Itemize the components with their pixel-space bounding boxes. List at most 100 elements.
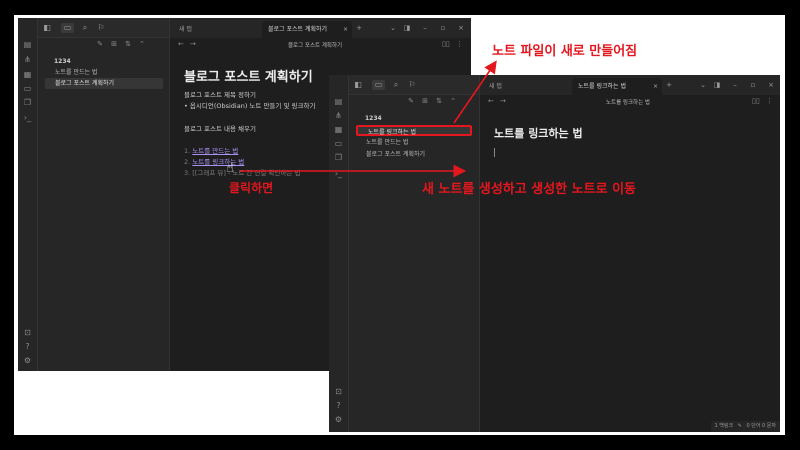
note-text-line: 블로그 포스트 내용 채우기 <box>184 125 256 133</box>
tab-label: 블로그 포스트 계획하기 <box>268 26 328 33</box>
terminal-icon[interactable]: ›_ <box>334 169 344 179</box>
tab-label: 노트를 링크하는 법 <box>578 83 626 90</box>
note-header-title: 블로그 포스트 계획하기 <box>288 43 343 49</box>
note-text-line: 블로그 포스트 제목 정하기 <box>184 91 256 99</box>
help-icon[interactable]: ? <box>23 342 33 352</box>
templates-icon[interactable]: ❐ <box>23 98 33 108</box>
list-number: 2. <box>184 158 191 166</box>
editor-pane: 새 탭 노트를 링크하는 법 × + ⌄ ◨ – ▫ × ← → 노트를 링크하… <box>480 75 780 432</box>
new-folder-icon[interactable]: ⊞ <box>110 40 118 49</box>
file-explorer: ◧ ▭ ⌕ ⚐ ✎ ⊞ ⇅ ⌃ 1234 노트를 링크하는 법 노트를 만드는 … <box>349 75 480 432</box>
search-icon[interactable]: ⌕ <box>80 23 90 33</box>
tab-bar: 새 탭 블로그 포스트 계획하기 × + ⌄ ◨ – ▫ × <box>170 18 471 38</box>
file-item-create-note[interactable]: 노트를 만드는 법 <box>45 67 163 78</box>
close-icon[interactable]: × <box>343 21 348 38</box>
note-header-title: 노트를 링크하는 법 <box>606 100 650 106</box>
internal-link[interactable]: 노트를 만드는 법 <box>192 147 238 155</box>
chevron-down-icon[interactable]: ⌄ <box>388 22 398 34</box>
minimize-icon[interactable]: – <box>420 22 430 34</box>
file-item-blog-plan[interactable]: 블로그 포스트 계획하기 <box>45 78 163 89</box>
tab-link-note[interactable]: 노트를 링크하는 법 × <box>572 78 662 95</box>
forward-arrow-icon[interactable]: → <box>500 97 506 105</box>
new-tab-icon[interactable]: + <box>664 79 674 91</box>
note-header: ← → 블로그 포스트 계획하기 ▯▯ ⋮ <box>170 38 471 52</box>
collapse-icon[interactable]: ⌃ <box>449 97 457 106</box>
graph-icon[interactable]: ⋔ <box>23 55 33 65</box>
minimize-icon[interactable]: – <box>730 79 740 91</box>
canvas-icon[interactable]: ▦ <box>23 70 33 80</box>
reading-view-icon[interactable]: ▯▯ <box>752 97 760 105</box>
terminal-icon[interactable]: ›_ <box>23 113 33 123</box>
right-sidebar-icon[interactable]: ◨ <box>402 22 412 34</box>
vault-name: 1234 <box>365 115 382 122</box>
note-title: 블로그 포스트 계획하기 <box>184 70 313 85</box>
sort-icon[interactable]: ⇅ <box>124 40 132 49</box>
vault-switch-icon[interactable]: ⊡ <box>23 328 33 338</box>
maximize-icon[interactable]: ▫ <box>438 22 448 34</box>
mouse-cursor-icon: ☝ <box>226 161 234 176</box>
settings-icon[interactable]: ⚙ <box>334 415 344 425</box>
backlink-count: 1 백링크 <box>714 423 734 429</box>
folder-icon[interactable]: ▭ <box>372 80 385 90</box>
files-icon[interactable]: ▤ <box>23 40 33 50</box>
left-ribbon: ▤ ⋔ ▦ ▭ ❐ ›_ ⊡ ? ⚙ <box>329 75 349 432</box>
text-cursor <box>494 148 495 157</box>
help-icon[interactable]: ? <box>334 401 344 411</box>
annotation-click: 클릭하면 <box>229 181 274 195</box>
slide-canvas: ▤ ⋔ ▦ ▭ ❐ ›_ ⊡ ? ⚙ ◧ ▭ ⌕ ⚐ ✎ ⊞ ⇅ ⌃ 1234 <box>14 15 785 435</box>
status-bar: 1 백링크 ✎ 0 단어 0 문자 <box>710 421 780 432</box>
graph-icon[interactable]: ⋔ <box>334 111 344 121</box>
file-item-new-link-note[interactable]: 노트를 링크하는 법 <box>356 125 472 136</box>
chevron-down-icon[interactable]: ⌄ <box>698 79 708 91</box>
search-icon[interactable]: ⌕ <box>391 80 401 90</box>
more-options-icon[interactable]: ⋮ <box>766 97 773 105</box>
more-options-icon[interactable]: ⋮ <box>456 40 463 48</box>
list-item-1: 1. 노트를 만드는 법 <box>184 145 238 155</box>
left-ribbon: ▤ ⋔ ▦ ▭ ❐ ›_ ⊡ ? ⚙ <box>18 18 38 371</box>
sidebar-header: ◧ ▭ ⌕ ⚐ <box>38 18 169 38</box>
files-icon[interactable]: ▤ <box>334 97 344 107</box>
tab-blog-plan[interactable]: 블로그 포스트 계획하기 × <box>262 21 352 38</box>
tab-label: 새 탭 <box>489 83 502 90</box>
new-tab-icon[interactable]: + <box>354 22 364 34</box>
back-arrow-icon[interactable]: ← <box>488 97 494 105</box>
sort-icon[interactable]: ⇅ <box>435 97 443 106</box>
new-folder-icon[interactable]: ⊞ <box>421 97 429 106</box>
templates-icon[interactable]: ❐ <box>334 153 344 163</box>
explorer-toolbar: ✎ ⊞ ⇅ ⌃ <box>349 95 479 109</box>
vault-switch-icon[interactable]: ⊡ <box>334 387 344 397</box>
tab-label: 새 탭 <box>179 26 192 33</box>
folder-icon[interactable]: ▭ <box>61 23 74 33</box>
tab-new[interactable]: 새 탭 <box>173 21 261 38</box>
right-sidebar-icon[interactable]: ◨ <box>712 79 722 91</box>
close-icon[interactable]: × <box>653 78 658 95</box>
unresolved-link[interactable]: [[그래프 뷰] - 노트 간 연결 확인하는 법 <box>192 169 300 177</box>
collapse-icon[interactable]: ⌃ <box>138 40 146 49</box>
new-note-icon[interactable]: ✎ <box>407 97 415 106</box>
sidebar-header: ◧ ▭ ⌕ ⚐ <box>349 75 479 95</box>
calendar-icon[interactable]: ▭ <box>334 139 344 149</box>
maximize-icon[interactable]: ▫ <box>748 79 758 91</box>
sidebar-toggle-icon[interactable]: ◧ <box>42 23 52 33</box>
canvas-icon[interactable]: ▦ <box>334 125 344 135</box>
note-header: ← → 노트를 링크하는 법 ▯▯ ⋮ <box>480 95 780 109</box>
edit-icon: ✎ <box>737 423 742 429</box>
tab-new[interactable]: 새 탭 <box>483 78 571 95</box>
window-close-icon[interactable]: × <box>766 79 776 91</box>
annotation-navigate: 새 노트를 생성하고 생성한 노트로 이동 <box>422 182 636 197</box>
list-number: 3. <box>184 169 191 177</box>
calendar-icon[interactable]: ▭ <box>23 84 33 94</box>
window-close-icon[interactable]: × <box>456 22 466 34</box>
bookmark-icon[interactable]: ⚐ <box>96 23 106 33</box>
file-explorer: ◧ ▭ ⌕ ⚐ ✎ ⊞ ⇅ ⌃ 1234 노트를 만드는 법 블로그 포스트 계… <box>38 18 170 371</box>
file-item-blog-plan[interactable]: 블로그 포스트 계획하기 <box>356 149 472 160</box>
sidebar-toggle-icon[interactable]: ◧ <box>353 80 363 90</box>
note-bullet-line: • 옵시디언(Obsidian) 노트 만들기 및 링크하기 <box>184 102 316 110</box>
settings-icon[interactable]: ⚙ <box>23 356 33 366</box>
back-arrow-icon[interactable]: ← <box>178 40 184 48</box>
reading-view-icon[interactable]: ▯▯ <box>442 40 450 48</box>
forward-arrow-icon[interactable]: → <box>190 40 196 48</box>
bookmark-icon[interactable]: ⚐ <box>407 80 417 90</box>
file-item-create-note[interactable]: 노트를 만드는 법 <box>356 137 472 148</box>
new-note-icon[interactable]: ✎ <box>96 40 104 49</box>
